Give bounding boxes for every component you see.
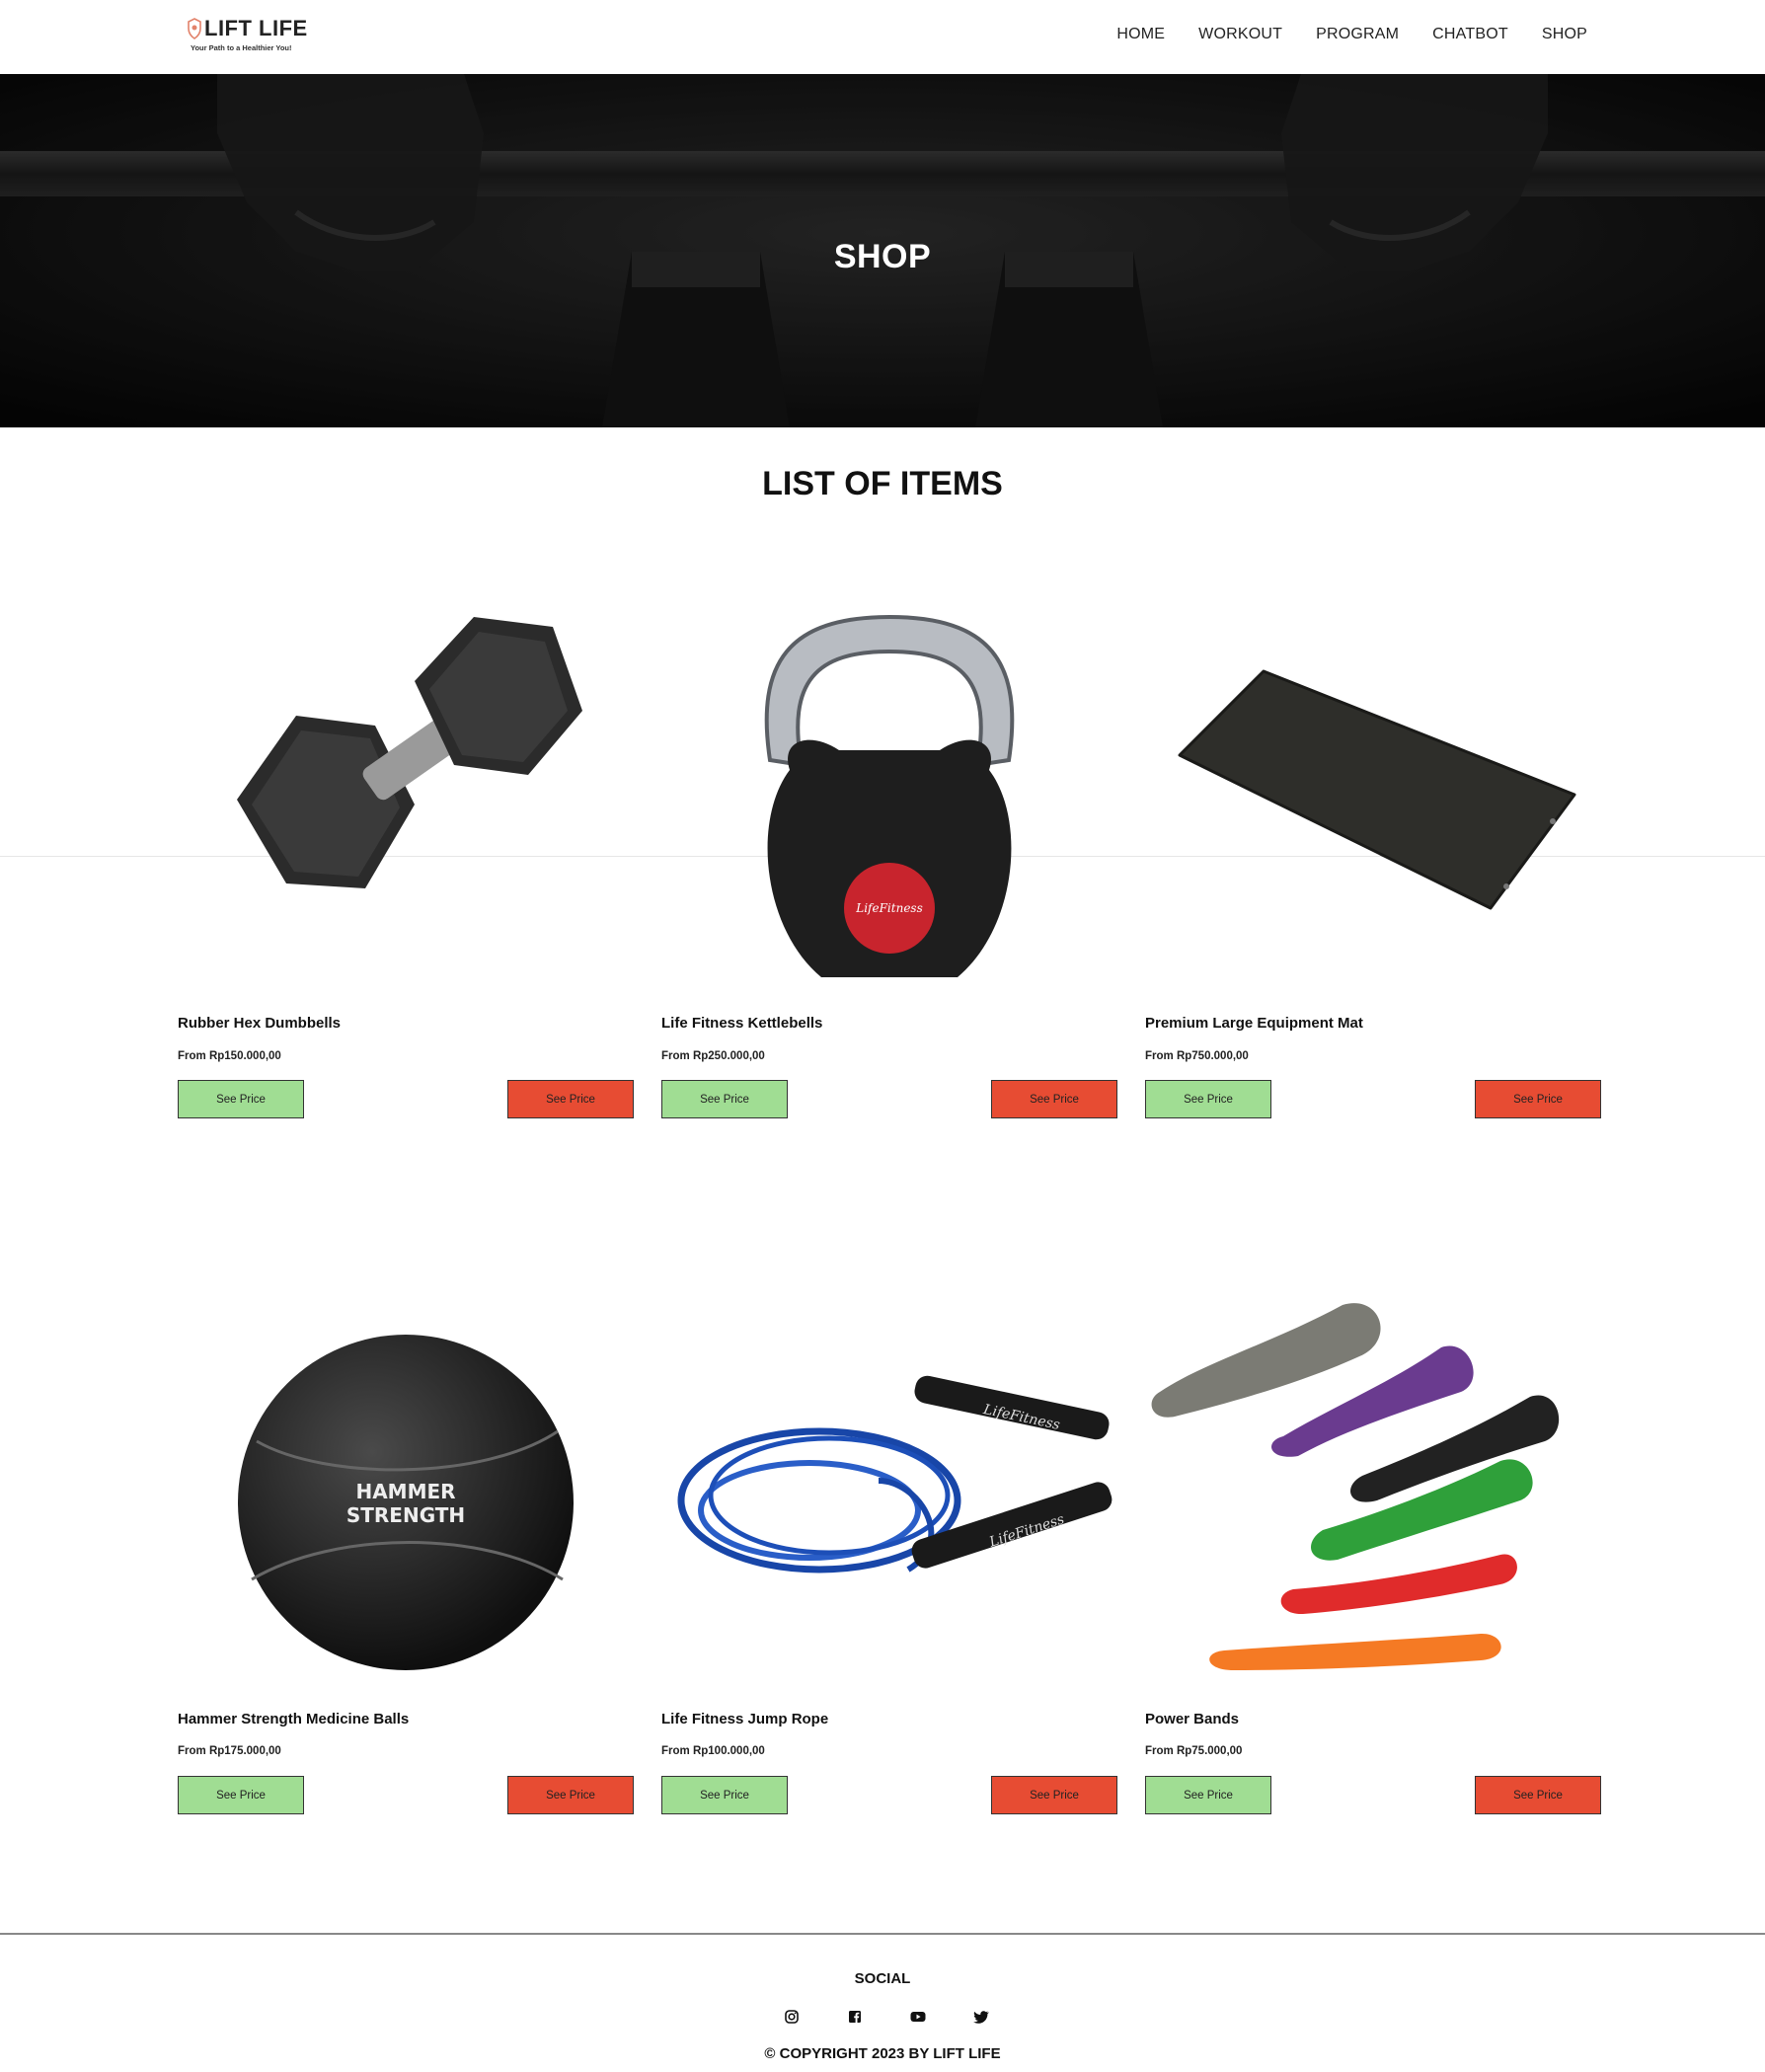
see-price-button[interactable]: See Price: [661, 1776, 788, 1814]
twitter-icon[interactable]: [973, 2009, 989, 2025]
kettlebell-icon: LifeFitness: [764, 614, 1015, 977]
svg-text:HAMMER: HAMMER: [355, 1480, 455, 1503]
see-price-button[interactable]: See Price: [1145, 1776, 1271, 1814]
brand-logo[interactable]: LIFT LIFE Your Path to a Healthier You!: [188, 16, 321, 55]
see-price-button[interactable]: See Price: [661, 1080, 788, 1118]
svg-text:LifeFitness: LifeFitness: [855, 901, 922, 915]
product-name: Life Fitness Jump Rope: [661, 1711, 829, 1727]
social-links: [784, 2009, 1001, 2029]
product-card: Rubber Hex Dumbbells From Rp150.000,00 S…: [178, 602, 634, 1120]
see-price-button[interactable]: See Price: [1145, 1080, 1271, 1118]
product-price: From Rp175.000,00: [178, 1745, 281, 1757]
jump-rope-icon: LifeFitness LifeFitness: [677, 1375, 1113, 1573]
product-name: Life Fitness Kettlebells: [661, 1015, 823, 1032]
product-price: From Rp250.000,00: [661, 1050, 765, 1062]
product-name: Premium Large Equipment Mat: [1145, 1015, 1363, 1032]
product-name: Hammer Strength Medicine Balls: [178, 1711, 410, 1727]
nav-program[interactable]: PROGRAM: [1316, 26, 1399, 43]
exercise-mat-icon: [1178, 669, 1576, 910]
product-card: LifeFitness Life Fitness Kettlebells Fro…: [661, 602, 1117, 1120]
hex-dumbbell-icon: [237, 617, 582, 888]
nav-shop[interactable]: SHOP: [1542, 26, 1587, 43]
medicine-ball-icon: HAMMER STRENGTH: [238, 1335, 574, 1670]
instagram-icon[interactable]: [784, 2009, 800, 2025]
shield-icon: [188, 18, 201, 39]
brand-tagline: Your Path to a Healthier You!: [191, 43, 292, 52]
hero-title: SHOP: [833, 238, 932, 275]
see-price-button[interactable]: See Price: [178, 1776, 304, 1814]
nav-home[interactable]: HOME: [1116, 26, 1165, 43]
main-nav: HOME WORKOUT PROGRAM CHATBOT SHOP: [1116, 26, 1587, 43]
product-card: HAMMER STRENGTH Hammer Strength Medicine…: [178, 1283, 634, 1816]
site-header: LIFT LIFE Your Path to a Healthier You! …: [0, 0, 1765, 74]
product-price: From Rp750.000,00: [1145, 1050, 1249, 1062]
youtube-icon[interactable]: [910, 2009, 926, 2025]
nav-chatbot[interactable]: CHATBOT: [1432, 26, 1508, 43]
see-price-button-red[interactable]: See Price: [507, 1776, 634, 1814]
see-price-button-red[interactable]: See Price: [1475, 1080, 1601, 1118]
brand-name: LIFT LIFE: [204, 16, 308, 40]
copyright-text: © COPYRIGHT 2023 BY LIFT LIFE: [764, 2045, 1001, 2062]
product-card: Premium Large Equipment Mat From Rp750.0…: [1145, 602, 1601, 1120]
svg-text:STRENGTH: STRENGTH: [346, 1503, 465, 1527]
nav-workout[interactable]: WORKOUT: [1198, 26, 1282, 43]
product-card: LifeFitness LifeFitness Life Fitness Jum…: [661, 1283, 1117, 1816]
product-price: From Rp75.000,00: [1145, 1745, 1243, 1757]
product-price: From Rp150.000,00: [178, 1050, 281, 1062]
section-title: LIST OF ITEMS: [762, 465, 1003, 502]
product-name: Power Bands: [1145, 1711, 1240, 1727]
see-price-button-red[interactable]: See Price: [991, 1080, 1117, 1118]
hero-banner: SHOP: [0, 74, 1765, 427]
product-price: From Rp100.000,00: [661, 1745, 765, 1757]
footer-social-title: SOCIAL: [854, 1970, 911, 1987]
see-price-button-red[interactable]: See Price: [991, 1776, 1117, 1814]
footer-divider: [0, 1933, 1765, 1935]
see-price-button-red[interactable]: See Price: [1475, 1776, 1601, 1814]
see-price-button[interactable]: See Price: [178, 1080, 304, 1118]
see-price-button-red[interactable]: See Price: [507, 1080, 634, 1118]
resistance-bands-icon: [1151, 1303, 1560, 1670]
product-card: Power Bands From Rp75.000,00 See Price S…: [1145, 1283, 1601, 1816]
product-name: Rubber Hex Dumbbells: [178, 1015, 342, 1032]
facebook-icon[interactable]: [847, 2009, 863, 2025]
